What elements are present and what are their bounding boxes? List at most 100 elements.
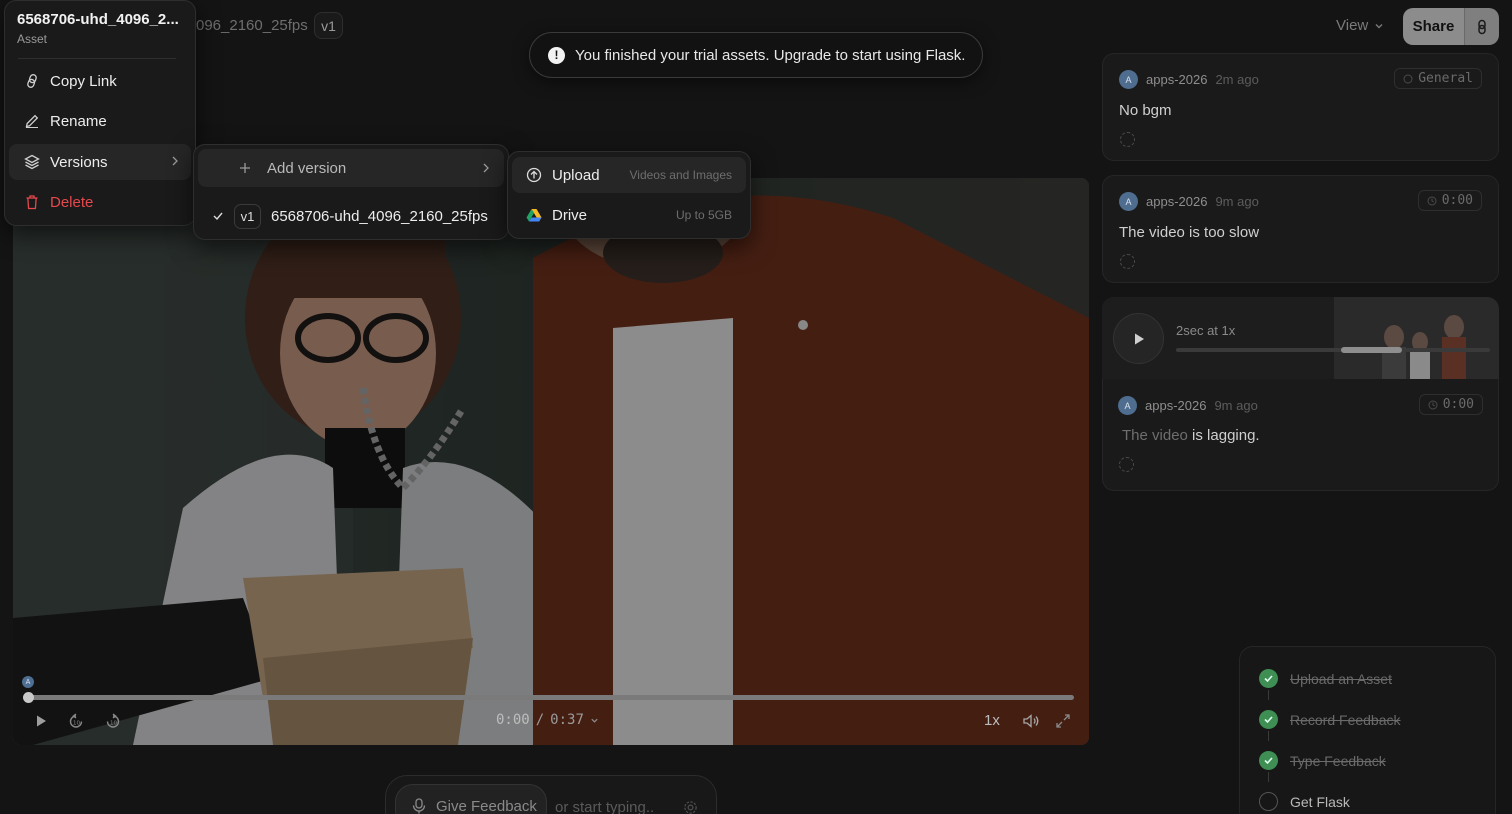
comment-author: apps-2026: [1146, 72, 1208, 87]
timestamp-label: 0:00: [1441, 193, 1473, 208]
clock-icon: [1428, 400, 1438, 409]
chevron-right-icon: [483, 163, 489, 173]
trash-icon: [26, 195, 38, 210]
comment-author: apps-2026: [1145, 398, 1207, 413]
settings-button[interactable]: [682, 799, 698, 814]
comment-card[interactable]: A apps-2026 9m ago 0:00 The video is too…: [1102, 175, 1499, 283]
menu-item-label: Delete: [50, 193, 94, 211]
timestamp-label: 0:00: [1442, 397, 1474, 412]
drive-option[interactable]: Drive Up to 5GB: [512, 197, 746, 233]
progress-bar[interactable]: [28, 695, 1074, 700]
comment-marker-avatar[interactable]: A: [22, 676, 34, 688]
time-separator: /: [535, 712, 545, 728]
menu-item-rename[interactable]: Rename: [9, 103, 191, 139]
avatar: A: [1118, 396, 1137, 415]
link-icon: [1478, 19, 1486, 34]
expand-icon: [1056, 714, 1070, 728]
forward-10-icon: 10: [106, 713, 120, 728]
layers-icon: [24, 154, 40, 170]
progress-handle[interactable]: [23, 692, 34, 703]
timestamp-tag[interactable]: 0:00: [1417, 190, 1482, 211]
give-feedback-label: Give Feedback: [436, 797, 537, 814]
forward-10-button[interactable]: 10: [104, 712, 122, 730]
svg-text:10: 10: [110, 721, 117, 727]
comment-text: The video is too slow: [1119, 224, 1260, 241]
checklist-item[interactable]: Upload an Asset: [1259, 669, 1392, 688]
play-button[interactable]: [32, 712, 50, 730]
comment-text-main: is lagging.: [1192, 427, 1260, 444]
comment-header: A apps-2026 9m ago: [1118, 396, 1258, 415]
version-name: 6568706-uhd_4096_2160_25fps: [271, 207, 488, 225]
gear-icon: [683, 800, 697, 814]
svg-text:10: 10: [73, 721, 80, 727]
google-drive-icon: [526, 208, 542, 221]
resolve-toggle[interactable]: [1120, 254, 1135, 269]
check-icon: [1259, 710, 1278, 729]
share-group: Share: [1403, 8, 1499, 45]
check-icon: [1259, 669, 1278, 688]
voice-note-progress: [1341, 347, 1402, 353]
version-item[interactable]: v1 6568706-uhd_4096_2160_25fps: [198, 199, 504, 233]
menu-item-label: Copy Link: [50, 72, 117, 90]
add-version-label: Add version: [267, 159, 347, 177]
timestamp-tag[interactable]: 0:00: [1418, 394, 1483, 415]
checklist-label: Upload an Asset: [1290, 670, 1392, 687]
menu-item-versions[interactable]: Versions: [9, 144, 191, 180]
comment-tag: General: [1394, 68, 1482, 89]
resolve-toggle[interactable]: [1120, 132, 1135, 147]
menu-asset-title: 6568706-uhd_4096_2...: [17, 11, 179, 28]
menu-item-label: Versions: [50, 153, 108, 171]
playback-speed-button[interactable]: 1x: [984, 712, 1000, 729]
share-button[interactable]: Share: [1403, 8, 1464, 45]
upload-label: Upload: [552, 166, 600, 184]
current-time: 0:00: [496, 712, 530, 728]
upload-option[interactable]: Upload Videos and Images: [512, 157, 746, 193]
checklist-connector: [1268, 690, 1269, 700]
give-feedback-button[interactable]: Give Feedback: [395, 784, 547, 814]
toast-message: You finished your trial assets. Upgrade …: [575, 46, 966, 64]
drive-hint: Up to 5GB: [675, 208, 732, 222]
trial-toast: ! You finished your trial assets. Upgrad…: [529, 32, 983, 78]
menu-divider: [18, 58, 176, 59]
checklist-label: Record Feedback: [1290, 711, 1401, 728]
microphone-icon: [412, 798, 426, 814]
rewind-10-icon: 10: [69, 713, 83, 728]
fullscreen-button[interactable]: [1053, 711, 1073, 731]
comment-time: 9m ago: [1215, 194, 1259, 209]
menu-item-delete[interactable]: Delete: [9, 184, 191, 220]
time-display[interactable]: 0:00 / 0:37: [496, 712, 599, 728]
checklist-connector: [1268, 772, 1269, 782]
comment-text: No bgm: [1119, 102, 1172, 119]
checklist-connector: [1268, 731, 1269, 741]
volume-button[interactable]: [1021, 711, 1041, 731]
view-dropdown[interactable]: View: [1336, 17, 1384, 34]
menu-item-copy-link[interactable]: Copy Link: [9, 63, 191, 99]
upload-hint: Videos and Images: [629, 168, 732, 182]
play-icon: [37, 715, 46, 727]
avatar: A: [1119, 70, 1138, 89]
comment-text: The video is lagging.: [1122, 427, 1260, 444]
check-icon: [1259, 751, 1278, 770]
chevron-down-icon: [1375, 23, 1383, 28]
volume-icon: [1023, 714, 1039, 728]
copy-link-button[interactable]: [1464, 8, 1499, 45]
checklist-item[interactable]: Record Feedback: [1259, 710, 1401, 729]
voice-play-button[interactable]: [1113, 313, 1164, 364]
comment-card[interactable]: A apps-2026 2m ago General No bgm: [1102, 53, 1499, 161]
resolve-toggle[interactable]: [1119, 457, 1134, 472]
avatar: A: [1119, 192, 1138, 211]
checklist-item[interactable]: Get Flask: [1259, 792, 1350, 811]
comment-author: apps-2026: [1146, 194, 1208, 209]
checklist-item[interactable]: Type Feedback: [1259, 751, 1386, 770]
rewind-10-button[interactable]: 10: [67, 712, 85, 730]
version-badge[interactable]: v1: [314, 12, 343, 39]
checklist-label: Type Feedback: [1290, 752, 1386, 769]
voice-note-track[interactable]: [1176, 348, 1490, 352]
video-dim-overlay: [13, 178, 1089, 745]
voice-note-label: 2sec at 1x: [1176, 323, 1236, 338]
plus-icon: [235, 158, 255, 178]
comment-input[interactable]: or start typing..: [555, 799, 654, 814]
globe-icon: [1403, 74, 1413, 83]
video-player[interactable]: [13, 178, 1089, 745]
add-version-item[interactable]: Add version: [198, 149, 504, 187]
